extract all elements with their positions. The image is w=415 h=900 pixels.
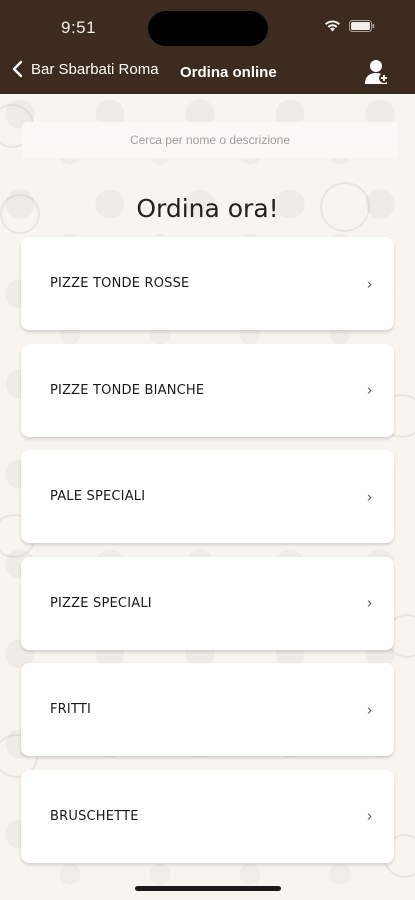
status-icons (324, 20, 375, 32)
category-item[interactable]: PALE SPECIALI › (21, 450, 394, 543)
home-indicator[interactable] (135, 886, 281, 891)
category-label: PIZZE TONDE BIANCHE (50, 382, 205, 398)
dynamic-island (148, 11, 268, 46)
category-item[interactable]: PIZZE TONDE BIANCHE › (21, 343, 394, 437)
category-label: FRITTI (50, 702, 92, 717)
chevron-right-icon: › (367, 807, 372, 825)
category-item[interactable]: FRITTI › (21, 663, 394, 756)
chevron-right-icon: › (367, 488, 372, 505)
back-label: Bar Sbarbati Roma (31, 60, 159, 78)
category-label: PIZZE SPECIALI (50, 595, 152, 611)
category-item[interactable]: PIZZE SPECIALI › (21, 556, 394, 650)
category-item[interactable]: PIZZE TONDE ROSSE › (21, 237, 394, 330)
page-title: Ordina ora! (136, 194, 279, 223)
profile-button[interactable] (363, 58, 391, 86)
chevron-left-icon (12, 60, 23, 78)
chevron-right-icon: › (367, 381, 372, 399)
wifi-icon (325, 20, 340, 32)
chevron-right-icon: › (367, 701, 372, 718)
status-time: 9:51 (61, 18, 97, 37)
nav-title: Ordina online (180, 64, 277, 81)
chevron-right-icon: › (367, 275, 372, 292)
category-list: PIZZE TONDE ROSSE › PIZZE TONDE BIANCHE … (21, 237, 394, 876)
nav-bar: Bar Sbarbati Roma Ordina online (0, 60, 415, 88)
header: 9:51 Bar Sbarbati Roma Ordina online (0, 0, 415, 94)
category-label: PIZZE TONDE ROSSE (50, 276, 190, 291)
battery-icon (349, 20, 375, 32)
category-item[interactable]: BRUSCHETTE › (21, 769, 394, 863)
chevron-right-icon: › (367, 594, 372, 612)
category-label: BRUSCHETTE (50, 808, 139, 824)
status-bar: 9:51 (0, 0, 415, 58)
main-content: Ordina ora! PIZZE TONDE ROSSE › PIZZE TO… (0, 94, 415, 900)
category-label: PALE SPECIALI (50, 489, 146, 504)
search-input[interactable] (22, 122, 398, 158)
back-button[interactable]: Bar Sbarbati Roma (12, 60, 159, 78)
user-icon (365, 60, 389, 84)
